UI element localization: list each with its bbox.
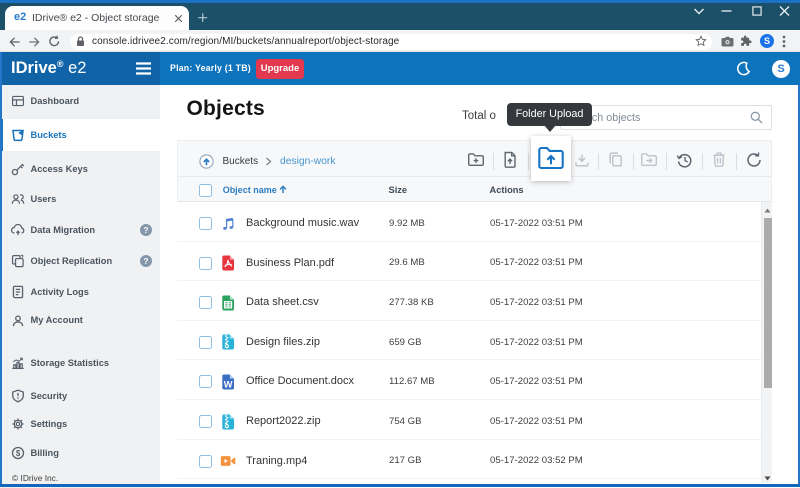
svg-text:W: W xyxy=(224,379,233,389)
svg-text:$: $ xyxy=(16,449,21,458)
